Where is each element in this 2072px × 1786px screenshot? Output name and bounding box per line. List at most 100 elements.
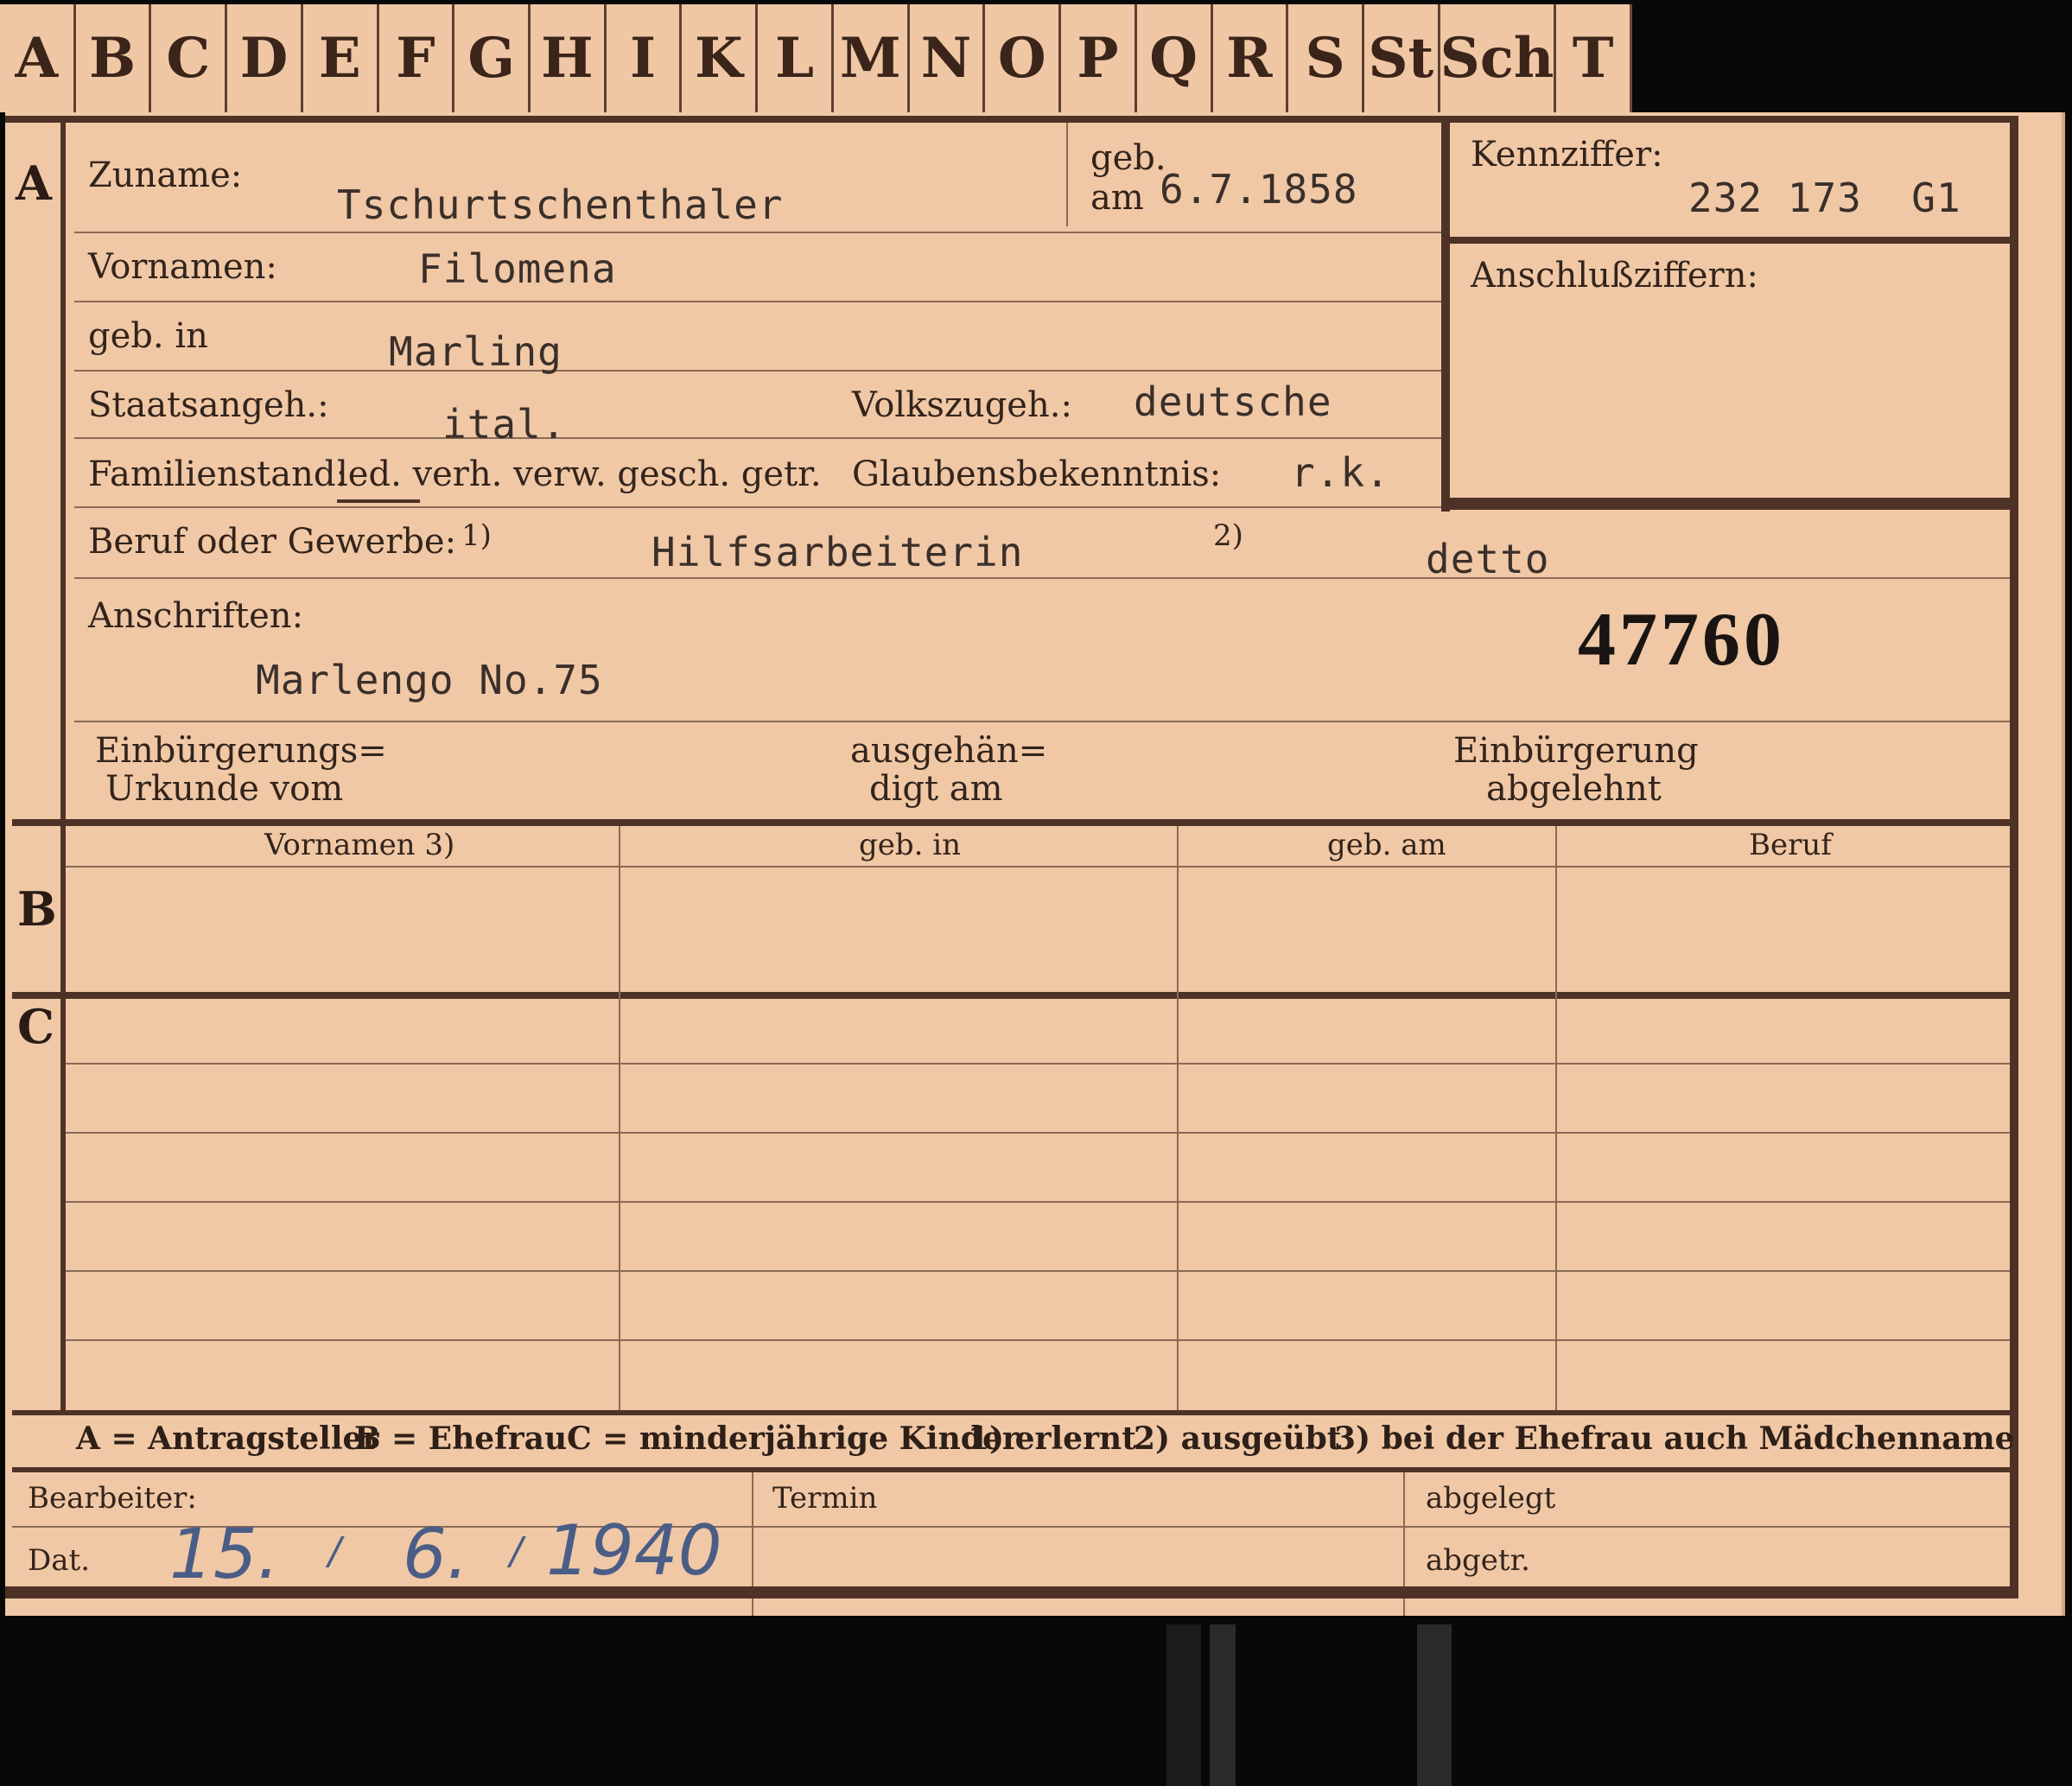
index-tab-a: A	[0, 4, 76, 112]
einb-abgelehnt-line1: Einbürgerung	[1453, 731, 1699, 771]
ausgehaendigt-line1: ausgehän=	[850, 731, 1048, 771]
row-line	[74, 301, 1441, 302]
abgetr-label: abgetr.	[1426, 1543, 1530, 1578]
row-line	[66, 1201, 2010, 1203]
backdrop-stripe	[1417, 1624, 1452, 1786]
volkszugeh-value: deutsche	[1134, 378, 1332, 425]
familienstand-underline	[337, 499, 420, 503]
footnote-1-marker: 1)	[461, 518, 492, 553]
index-tab-r: R	[1213, 4, 1289, 112]
termin-label: Termin	[772, 1481, 878, 1516]
abgelegt-label: abgelegt	[1426, 1481, 1556, 1516]
row-line	[74, 232, 1441, 233]
section-b-top-border	[12, 819, 2010, 826]
index-tab-t: T	[1572, 26, 1614, 91]
row-line	[74, 370, 1441, 372]
geb-label: geb.	[1090, 138, 1166, 178]
einb-abgelehnt-line2: abgelehnt	[1486, 769, 1662, 809]
bottom-border	[5, 1586, 2018, 1599]
dat-label: Dat.	[28, 1543, 91, 1578]
row-line	[66, 1132, 2010, 1134]
index-tab-g: G	[454, 4, 531, 112]
index-tab-i: I	[607, 4, 683, 112]
index-tab-e: E	[303, 4, 379, 112]
section-c-letter: C	[17, 999, 54, 1054]
geb-in-value: Marling	[389, 328, 562, 375]
vornamen-value: Filomena	[418, 245, 617, 292]
index-tab-b: B	[76, 4, 152, 112]
index-tab-h: H	[531, 4, 607, 112]
geb-in-label: geb. in	[88, 316, 208, 356]
index-tab-q: Q	[1137, 4, 1213, 112]
legend-note-1: 1) erlernt	[968, 1421, 1136, 1457]
footnote-2-marker: 2)	[1213, 518, 1243, 553]
col-divider-1	[619, 826, 620, 1414]
vornamen-label: Vornamen:	[88, 247, 277, 287]
beruf-value-2: detto	[1426, 536, 1550, 582]
legend-c: C = minderjährige Kinder	[567, 1421, 1019, 1457]
index-tabs: A B C D E F G H I K L M N O P Q R S St Sch T	[0, 4, 1632, 112]
col-geb-am-header: geb. am	[1327, 828, 1446, 862]
legend-b: B = Ehefrau	[354, 1421, 568, 1457]
legend-note-2: 2) ausgeübt	[1134, 1421, 1342, 1457]
glauben-value: r.k.	[1291, 449, 1390, 496]
row-line	[66, 1339, 2010, 1341]
top-border	[5, 116, 2018, 123]
index-tab-k: K	[682, 4, 759, 112]
staatsangeh-label: Staatsangeh.:	[88, 385, 329, 425]
staatsangeh-value: ital.	[442, 401, 567, 448]
legend-top-border	[12, 1410, 2010, 1415]
kennziffer-box-left	[1441, 123, 1450, 512]
beruf-label: Beruf oder Gewerbe:	[88, 522, 457, 562]
index-tab-m: M	[834, 4, 910, 112]
legend-a: A = Antragsteller	[76, 1421, 379, 1457]
row-line	[66, 1063, 2010, 1065]
index-tab-n: N	[910, 4, 986, 112]
einb-urkunde-line2: Urkunde vom	[105, 769, 344, 809]
section-b-letter: B	[17, 881, 57, 937]
zuname-label: Zuname:	[88, 156, 243, 195]
zuname-value: Tschurtschenthaler	[337, 181, 784, 228]
kennziffer-box-divider	[1441, 237, 2012, 244]
backdrop-stripe	[1210, 1624, 1236, 1786]
index-tab-f: F	[379, 4, 455, 112]
kennziffer-box-bottom	[1441, 498, 2012, 510]
volkszugeh-label: Volkszugeh.:	[852, 385, 1072, 425]
bearbeiter-label: Bearbeiter:	[28, 1481, 197, 1516]
col-vornamen-header: Vornamen 3)	[264, 828, 455, 862]
date-year: 1940	[546, 1510, 722, 1591]
index-tab-l: L	[758, 4, 834, 112]
index-tab-o: O	[985, 4, 1062, 112]
einb-urkunde-line1: Einbürgerungs=	[95, 731, 387, 771]
glauben-label: Glaubensbekenntnis:	[852, 454, 1222, 494]
backdrop-stripe	[1166, 1624, 1201, 1786]
kennziffer-label: Kennziffer:	[1471, 135, 1663, 175]
legend-note-3: 3) bei der Ehefrau auch Mädchenname	[1334, 1421, 2015, 1457]
date-day: 15.	[169, 1514, 280, 1594]
file-number-stamp: 47760	[1578, 598, 1785, 682]
col-beruf-header: Beruf	[1749, 828, 1832, 862]
geb-divider	[1066, 123, 1068, 226]
geb-am-value: 6.7.1858	[1160, 166, 1358, 213]
section-c-top-border	[12, 992, 2010, 999]
row-line	[74, 721, 2010, 722]
date-sep-2: /	[510, 1529, 523, 1573]
anschriften-label: Anschriften:	[88, 596, 304, 636]
kennziffer-value: 232 173 G1	[1688, 175, 1961, 221]
footer-row-line	[12, 1526, 2010, 1528]
index-tab-d: D	[227, 4, 303, 112]
ausgehaendigt-line2: digt am	[869, 769, 1003, 809]
am-label: am	[1090, 178, 1144, 218]
index-tab-p: P	[1061, 4, 1137, 112]
left-inner-border	[60, 119, 66, 1415]
date-sep-1: /	[328, 1529, 341, 1573]
beruf-value: Hilfsarbeiterin	[651, 529, 1024, 575]
col-divider-2	[1177, 826, 1179, 1414]
row-line	[66, 866, 2010, 868]
index-tab-sch: Sch	[1440, 4, 1557, 112]
right-border	[2010, 119, 2018, 1588]
row-line	[74, 577, 2010, 579]
index-tab-s: S	[1288, 4, 1364, 112]
row-line	[74, 506, 1441, 508]
section-a-letter: A	[16, 156, 52, 211]
